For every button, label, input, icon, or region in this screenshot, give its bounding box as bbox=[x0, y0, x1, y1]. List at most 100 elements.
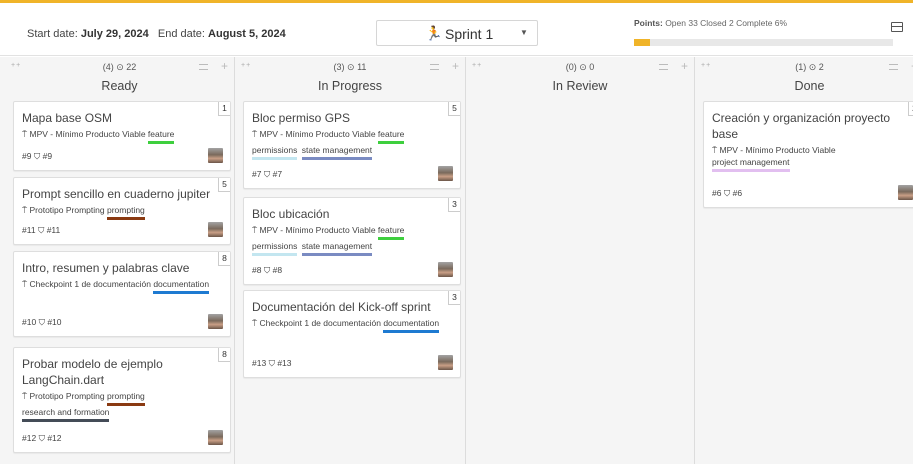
points-summary: Points: Open 33 Closed 2 Complete 6% bbox=[634, 18, 787, 28]
label-badge[interactable]: documentation bbox=[153, 278, 210, 294]
card-ids: #6 ⛉ #6 bbox=[712, 188, 742, 199]
pull-request-icon: ⛉ bbox=[268, 358, 275, 368]
issue-number[interactable]: #9 bbox=[22, 151, 31, 161]
label-badge[interactable]: research and formation bbox=[22, 406, 110, 422]
card-meta: ⍑ Prototipo Prompting prompting bbox=[22, 204, 222, 220]
label-badge[interactable]: prompting bbox=[106, 390, 145, 406]
card-meta: ⍑ MPV - Mínimo Producto Viable project m… bbox=[712, 144, 912, 172]
milestone-name[interactable]: MPV - Mínimo Producto Viable bbox=[259, 225, 375, 235]
avatar[interactable] bbox=[438, 262, 453, 277]
milestone-icon: ⍑ bbox=[22, 391, 28, 401]
avatar[interactable] bbox=[208, 314, 223, 329]
issue-card[interactable]: Bloc ubicación 3 ⍑ MPV - Mínimo Producto… bbox=[243, 197, 461, 285]
issue-ref[interactable]: #7 bbox=[273, 169, 282, 179]
avatar[interactable] bbox=[438, 355, 453, 370]
milestone-icon: ⍑ bbox=[252, 318, 258, 328]
column-title: In Review bbox=[552, 79, 608, 93]
issue-ref[interactable]: #12 bbox=[47, 433, 61, 443]
avatar[interactable] bbox=[898, 185, 913, 200]
card-title[interactable]: Bloc ubicación bbox=[252, 206, 444, 222]
story-points: 8 bbox=[218, 252, 230, 266]
card-ids: #10 ⛉ #10 bbox=[22, 317, 62, 328]
avatar[interactable] bbox=[208, 222, 223, 237]
card-title[interactable]: Mapa base OSM bbox=[22, 110, 214, 126]
add-icon[interactable]: + bbox=[452, 59, 459, 73]
milestone-icon: ⍑ bbox=[22, 279, 28, 289]
issue-number[interactable]: #13 bbox=[252, 358, 266, 368]
issue-ref[interactable]: #11 bbox=[47, 225, 61, 235]
story-points: 8 bbox=[218, 348, 230, 362]
issue-card[interactable]: Intro, resumen y palabras clave 8 ⍑ Chec… bbox=[13, 251, 231, 337]
label-badge[interactable]: state management bbox=[301, 144, 373, 160]
pull-request-icon: ⛉ bbox=[38, 433, 45, 443]
card-title[interactable]: Prompt sencillo en cuaderno jupiter bbox=[22, 186, 214, 202]
milestone-name[interactable]: MPV - Mínimo Producto Viable bbox=[719, 145, 835, 155]
issue-number[interactable]: #11 bbox=[22, 225, 36, 235]
story-points: 3 bbox=[448, 198, 460, 212]
issue-ref[interactable]: #6 bbox=[733, 188, 742, 198]
issue-ref[interactable]: #9 bbox=[43, 151, 52, 161]
issue-card[interactable]: Documentación del Kick-off sprint 3 ⍑ Ch… bbox=[243, 290, 461, 378]
issue-ref[interactable]: #10 bbox=[47, 317, 61, 327]
milestone-name[interactable]: MPV - Mínimo Producto Viable bbox=[29, 129, 145, 139]
label-badge[interactable]: permissions bbox=[252, 240, 298, 256]
card-ids: #8 ⛉ #8 bbox=[252, 265, 282, 276]
issue-ref[interactable]: #13 bbox=[277, 358, 291, 368]
card-title[interactable]: Bloc permiso GPS bbox=[252, 110, 444, 126]
issue-number[interactable]: #8 bbox=[252, 265, 261, 275]
card-ids: #7 ⛉ #7 bbox=[252, 169, 282, 180]
story-points: 5 bbox=[448, 102, 460, 116]
issue-card[interactable]: Probar modelo de ejemplo LangChain.dart … bbox=[13, 347, 231, 453]
card-title[interactable]: Creación y organización proyecto base bbox=[712, 110, 904, 142]
card-meta: ⍑ Prototipo Prompting prompting research… bbox=[22, 390, 222, 422]
label-badge[interactable]: prompting bbox=[106, 204, 145, 220]
sort-icon[interactable] bbox=[889, 64, 898, 70]
avatar[interactable] bbox=[438, 166, 453, 181]
board-column: ++ (1) ⊙ 2 Done + Creación y organizació… bbox=[695, 57, 913, 464]
card-title[interactable]: Documentación del Kick-off sprint bbox=[252, 299, 444, 315]
issue-card[interactable]: Mapa base OSM 1 ⍑ MPV - Mínimo Producto … bbox=[13, 101, 231, 171]
milestone-name[interactable]: MPV - Mínimo Producto Viable bbox=[259, 129, 375, 139]
sort-icon[interactable] bbox=[199, 64, 208, 70]
board-column: ++ (3) ⊙ 11 In Progress + Bloc permiso G… bbox=[235, 57, 466, 464]
card-ids: #12 ⛉ #12 bbox=[22, 433, 62, 444]
issue-ref[interactable]: #8 bbox=[273, 265, 282, 275]
milestone-name[interactable]: Checkpoint 1 de documentación bbox=[29, 279, 150, 289]
avatar[interactable] bbox=[208, 148, 223, 163]
add-icon[interactable]: + bbox=[681, 59, 688, 73]
label-badge[interactable]: project management bbox=[712, 156, 790, 172]
pull-request-icon: ⛉ bbox=[263, 169, 271, 179]
milestone-icon: ⍑ bbox=[22, 129, 28, 139]
sprint-select[interactable]: 🏃 Sprint 1 ▼ bbox=[376, 20, 538, 46]
avatar[interactable] bbox=[208, 430, 223, 445]
issue-number[interactable]: #12 bbox=[22, 433, 36, 443]
kanban-board: ++ (4) ⊙ 22 Ready + Mapa base OSM 1 ⍑ MP… bbox=[0, 57, 913, 464]
issue-number[interactable]: #7 bbox=[252, 169, 261, 179]
card-title[interactable]: Intro, resumen y palabras clave bbox=[22, 260, 214, 276]
column-title: Ready bbox=[101, 79, 138, 93]
runner-icon: 🏃 bbox=[425, 25, 443, 41]
label-badge[interactable]: feature bbox=[377, 224, 405, 240]
label-badge[interactable]: state management bbox=[301, 240, 373, 256]
issue-card[interactable]: Creación y organización proyecto base 2 … bbox=[703, 101, 913, 208]
label-badge[interactable]: permissions bbox=[252, 144, 298, 160]
collapse-icon[interactable] bbox=[891, 22, 903, 32]
sort-icon[interactable] bbox=[430, 64, 439, 70]
sort-icon[interactable] bbox=[659, 64, 668, 70]
label-badge[interactable]: documentation bbox=[383, 317, 440, 333]
issue-card[interactable]: Prompt sencillo en cuaderno jupiter 5 ⍑ … bbox=[13, 177, 231, 245]
milestone-icon: ⍑ bbox=[22, 205, 28, 215]
label-badge[interactable]: feature bbox=[147, 128, 175, 144]
board-column: ++ (4) ⊙ 22 Ready + Mapa base OSM 1 ⍑ MP… bbox=[5, 57, 235, 464]
milestone-name[interactable]: Prototipo Prompting bbox=[29, 391, 104, 401]
card-title[interactable]: Probar modelo de ejemplo LangChain.dart bbox=[22, 356, 214, 388]
issue-card[interactable]: Bloc permiso GPS 5 ⍑ MPV - Mínimo Produc… bbox=[243, 101, 461, 189]
add-icon[interactable]: + bbox=[221, 59, 228, 73]
label-badge[interactable]: feature bbox=[377, 128, 405, 144]
milestone-name[interactable]: Checkpoint 1 de documentación bbox=[259, 318, 380, 328]
column-count: (1) ⊙ 2 bbox=[795, 62, 824, 72]
card-ids: #13 ⛉ #13 bbox=[252, 358, 292, 369]
issue-number[interactable]: #10 bbox=[22, 317, 36, 327]
issue-number[interactable]: #6 bbox=[712, 188, 721, 198]
milestone-name[interactable]: Prototipo Prompting bbox=[29, 205, 104, 215]
